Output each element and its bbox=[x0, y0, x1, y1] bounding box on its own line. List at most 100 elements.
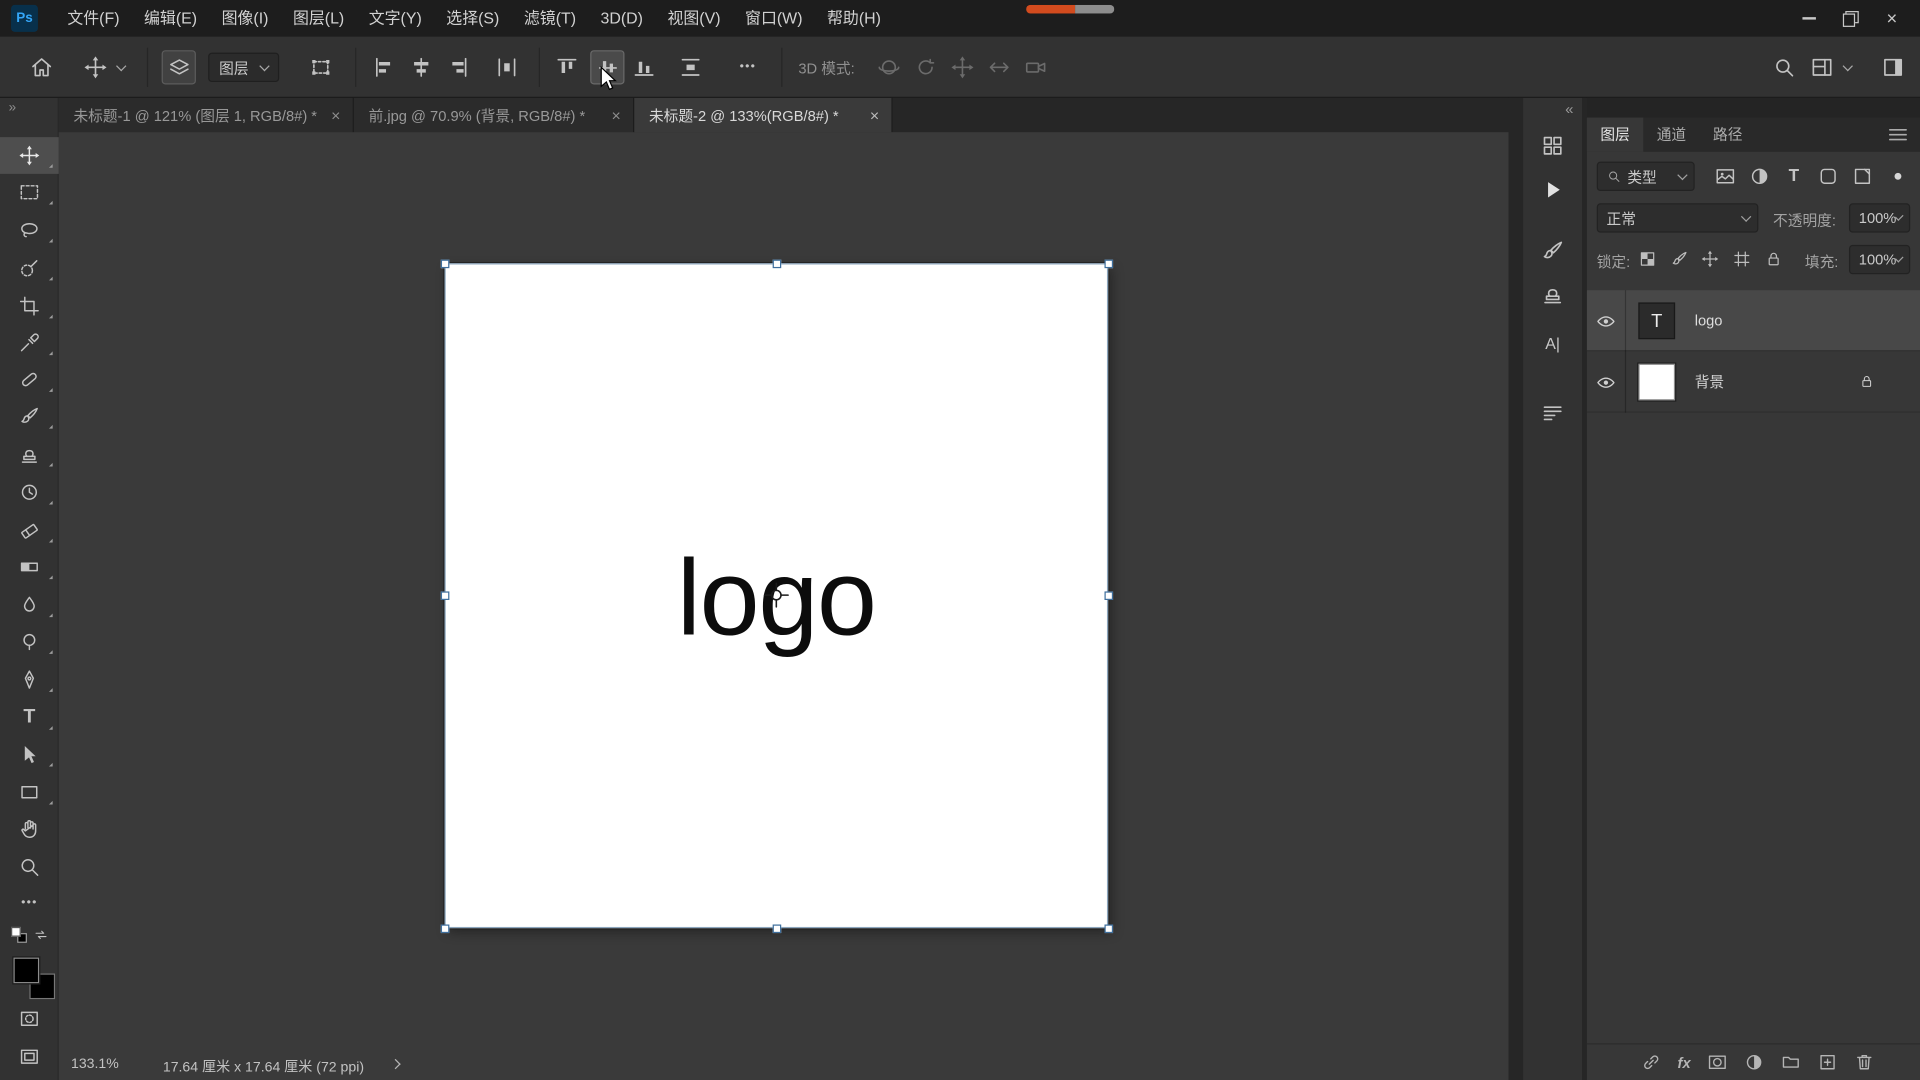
transform-handle-bottom-center[interactable] bbox=[772, 924, 782, 934]
filter-smart-objects-icon[interactable] bbox=[1851, 165, 1873, 187]
menu-help[interactable]: 帮助(H) bbox=[815, 0, 893, 37]
3d-orbit-icon[interactable] bbox=[877, 55, 901, 79]
menu-layer[interactable]: 图层(L) bbox=[281, 0, 357, 37]
default-colors-icon[interactable] bbox=[11, 926, 27, 943]
filter-shape-layers-icon[interactable] bbox=[1817, 165, 1839, 187]
transform-handle-bottom-right[interactable] bbox=[1104, 924, 1114, 934]
tool-preset-move-icon[interactable] bbox=[83, 55, 107, 79]
workspace-chevron-icon[interactable] bbox=[1842, 60, 1853, 72]
history-brush-tool[interactable] bbox=[0, 474, 59, 511]
layer-style-fx-icon[interactable]: fx bbox=[1678, 1054, 1691, 1071]
transform-handle-top-left[interactable] bbox=[440, 259, 450, 269]
menu-3d[interactable]: 3D(D) bbox=[588, 0, 655, 37]
dodge-tool[interactable] bbox=[0, 623, 59, 660]
lasso-tool[interactable] bbox=[0, 212, 59, 249]
quick-selection-tool[interactable] bbox=[0, 250, 59, 287]
transform-reference-point-icon[interactable] bbox=[763, 582, 790, 609]
document-tab-1-close-icon[interactable]: × bbox=[331, 106, 340, 124]
clone-stamp-tool[interactable] bbox=[0, 436, 59, 473]
more-options-icon[interactable]: ••• bbox=[740, 60, 757, 73]
3d-zoom-camera-icon[interactable] bbox=[1024, 55, 1048, 79]
auto-select-button[interactable] bbox=[161, 50, 196, 85]
layer-name-logo[interactable]: logo bbox=[1695, 290, 1723, 351]
character-panel-icon[interactable]: A| bbox=[1523, 334, 1582, 352]
quick-mask-mode-icon[interactable] bbox=[18, 1008, 40, 1030]
distribute-horizontal-icon[interactable] bbox=[495, 55, 519, 79]
align-right-edges-icon[interactable] bbox=[446, 55, 470, 79]
document-tab-2[interactable]: 前.jpg @ 70.9% (背景, RGB/8#) * × bbox=[353, 97, 635, 133]
eyedropper-tool[interactable] bbox=[0, 324, 59, 361]
align-bottom-edges-icon[interactable] bbox=[632, 55, 656, 79]
hand-tool[interactable] bbox=[0, 811, 59, 848]
zoom-level-field[interactable]: 133.1% bbox=[71, 1057, 119, 1072]
search-icon[interactable] bbox=[1772, 55, 1796, 79]
gradient-tool[interactable] bbox=[0, 549, 59, 586]
actions-panel-icon[interactable] bbox=[1540, 178, 1564, 202]
filter-pixel-layers-icon[interactable] bbox=[1714, 165, 1736, 187]
toolbar-expand-icon[interactable]: » bbox=[9, 100, 17, 115]
libraries-panel-icon[interactable] bbox=[1540, 133, 1564, 157]
path-selection-tool[interactable] bbox=[0, 736, 59, 773]
document-tab-3-close-icon[interactable]: × bbox=[870, 106, 879, 124]
fill-dropdown[interactable]: 100% bbox=[1848, 244, 1911, 275]
menu-type[interactable]: 文字(Y) bbox=[356, 0, 434, 37]
3d-slide-icon[interactable] bbox=[987, 55, 1011, 79]
eraser-tool[interactable] bbox=[0, 512, 59, 549]
home-icon[interactable] bbox=[29, 55, 53, 79]
close-button[interactable]: × bbox=[1871, 0, 1913, 37]
foreground-color-swatch[interactable] bbox=[12, 956, 41, 985]
status-bar-chevron-icon[interactable] bbox=[390, 1058, 401, 1070]
filter-toggle-icon[interactable] bbox=[1891, 169, 1906, 184]
canvas-area[interactable]: logo 133.1% 17.64 厘米 x 17.64 厘米 (72 ppi) bbox=[58, 132, 1509, 1080]
document-tab-3-active[interactable]: 未标题-2 @ 133%(RGB/8#) * × bbox=[634, 97, 893, 133]
rectangular-marquee-tool[interactable] bbox=[0, 174, 59, 211]
3d-roll-icon[interactable] bbox=[913, 55, 937, 79]
text-layer-thumbnail[interactable]: T bbox=[1638, 302, 1676, 340]
transform-handle-top-right[interactable] bbox=[1104, 259, 1114, 269]
rectangle-tool[interactable] bbox=[0, 774, 59, 811]
menu-view[interactable]: 视图(V) bbox=[655, 0, 733, 37]
background-layer-thumbnail[interactable] bbox=[1637, 362, 1677, 402]
new-group-icon[interactable] bbox=[1780, 1052, 1801, 1073]
layer-row-background[interactable]: 背景 bbox=[1586, 351, 1920, 413]
type-tool[interactable]: T bbox=[0, 699, 59, 736]
transform-handle-middle-left[interactable] bbox=[440, 591, 450, 600]
paragraph-panel-icon[interactable] bbox=[1540, 402, 1564, 426]
new-layer-icon[interactable] bbox=[1817, 1052, 1838, 1073]
transform-handle-bottom-left[interactable] bbox=[440, 924, 450, 934]
layer-row-logo[interactable]: T logo bbox=[1586, 290, 1920, 352]
transform-handle-top-center[interactable] bbox=[772, 259, 782, 269]
show-transform-controls-icon[interactable] bbox=[309, 55, 333, 79]
align-vertical-centers-button[interactable] bbox=[590, 50, 625, 85]
align-left-edges-icon[interactable] bbox=[372, 55, 396, 79]
lock-position-icon[interactable] bbox=[1701, 250, 1719, 268]
document-tab-2-close-icon[interactable]: × bbox=[612, 106, 621, 124]
workspace-switcher-icon[interactable] bbox=[1810, 55, 1834, 79]
layer-name-background[interactable]: 背景 bbox=[1695, 351, 1724, 412]
distribute-vertical-icon[interactable] bbox=[678, 55, 702, 79]
align-horizontal-centers-icon[interactable] bbox=[409, 55, 433, 79]
panel-toggle-icon[interactable] bbox=[1881, 55, 1905, 79]
spot-healing-brush-tool[interactable] bbox=[0, 361, 59, 398]
filter-adjustment-layers-icon[interactable] bbox=[1749, 165, 1771, 187]
layer-visibility-cell[interactable] bbox=[1587, 290, 1627, 352]
new-adjustment-layer-icon[interactable] bbox=[1743, 1052, 1764, 1073]
screen-mode-icon[interactable] bbox=[18, 1046, 40, 1068]
clone-source-panel-icon[interactable] bbox=[1540, 282, 1564, 306]
lock-artboard-nesting-icon[interactable] bbox=[1733, 250, 1751, 268]
filter-type-layers-icon[interactable]: T bbox=[1783, 164, 1805, 186]
blend-mode-dropdown[interactable]: 正常 bbox=[1596, 203, 1759, 233]
auto-select-target-dropdown[interactable]: 图层 bbox=[208, 52, 280, 83]
delete-layer-icon[interactable] bbox=[1853, 1052, 1874, 1073]
minimize-button[interactable] bbox=[1788, 0, 1830, 37]
tab-paths[interactable]: 路径 bbox=[1700, 118, 1756, 152]
align-top-edges-icon[interactable] bbox=[555, 55, 579, 79]
tab-channels[interactable]: 通道 bbox=[1643, 118, 1699, 152]
brush-settings-panel-icon[interactable] bbox=[1540, 239, 1564, 263]
lock-image-pixels-icon[interactable] bbox=[1670, 250, 1688, 268]
panel-menu-icon[interactable] bbox=[1886, 122, 1910, 146]
link-layers-icon[interactable] bbox=[1641, 1052, 1662, 1073]
document-tab-1[interactable]: 未标题-1 @ 121% (图层 1, RGB/8#) * × bbox=[58, 97, 354, 133]
photoshop-logo-icon[interactable]: Ps bbox=[11, 4, 38, 32]
tab-layers[interactable]: 图层 bbox=[1586, 117, 1644, 152]
